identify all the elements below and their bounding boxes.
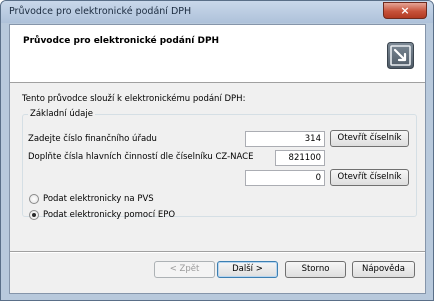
footer-separator xyxy=(10,251,425,253)
intro-text: Tento průvodce slouží k elektronickému p… xyxy=(22,94,246,104)
radio-pvs[interactable] xyxy=(29,194,39,204)
window-title: Průvodce pro elektronické podání DPH xyxy=(9,6,192,17)
cancel-button[interactable]: Storno xyxy=(285,261,346,278)
wizard-header: Průvodce pro elektronické podání DPH xyxy=(10,25,425,83)
open-codebook-button-1[interactable]: Otevřít číselník xyxy=(330,130,409,147)
close-button[interactable]: × xyxy=(383,2,427,19)
nace-label: Doplňte čísla hlavních činností dle číse… xyxy=(28,152,254,162)
radio-epo-label: Podat elektronicky pomocí EPO xyxy=(43,210,176,220)
wizard-client-area: Průvodce pro elektronické podání DPH Ten… xyxy=(9,24,426,294)
tax-office-label: Zadejte číslo finančního úřadu xyxy=(28,134,157,144)
help-button[interactable]: Nápověda xyxy=(352,261,415,278)
group-legend: Základní údaje xyxy=(28,109,95,119)
wizard-window: Průvodce pro elektronické podání DPH × P… xyxy=(0,0,434,301)
back-button[interactable]: < Zpět xyxy=(154,261,215,278)
title-bar[interactable]: Průvodce pro elektronické podání DPH × xyxy=(1,1,433,23)
radio-epo[interactable] xyxy=(29,210,39,220)
tax-office-input[interactable]: 314 xyxy=(245,131,325,147)
nace-input-1[interactable]: 821100 xyxy=(275,150,325,166)
next-button[interactable]: Další > xyxy=(217,261,278,278)
wizard-arrow-icon xyxy=(387,42,414,69)
radio-selected-dot xyxy=(32,213,36,217)
radio-pvs-label: Podat elektronicky na PVS xyxy=(43,194,154,204)
page-title: Průvodce pro elektronické podání DPH xyxy=(23,36,220,46)
nace-input-2[interactable]: 0 xyxy=(245,170,325,186)
open-codebook-button-2[interactable]: Otevřít číselník xyxy=(330,169,409,186)
close-icon: × xyxy=(400,4,410,17)
